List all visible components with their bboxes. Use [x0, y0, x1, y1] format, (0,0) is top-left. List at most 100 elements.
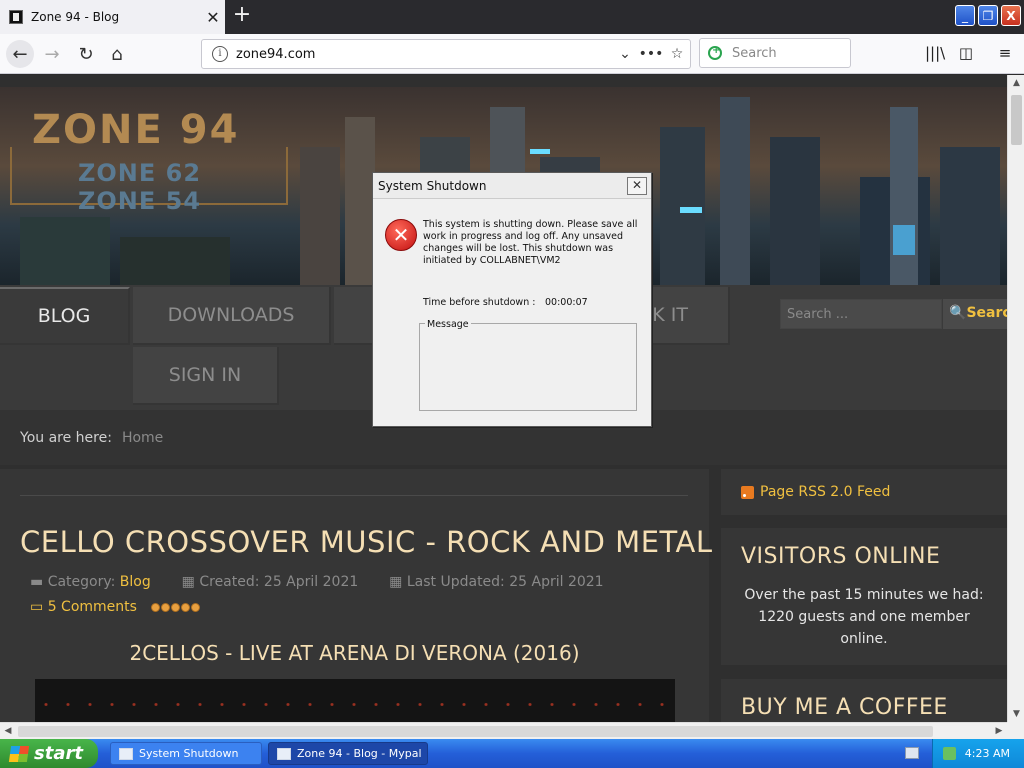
start-label: start: [34, 743, 83, 764]
rating-star-icon: [180, 602, 190, 612]
rss-icon: [741, 485, 754, 499]
article-subtitle: 2CELLOS - LIVE AT ARENA DI VERONA (2016): [129, 641, 580, 665]
skyline-building: [770, 137, 820, 285]
nav-item-sign-in[interactable]: SIGN IN: [133, 347, 279, 405]
skyline-building: [120, 237, 230, 285]
taskbar-item-system-shutdown[interactable]: System Shutdown: [110, 742, 262, 765]
visitors-title: VISITORS ONLINE: [741, 544, 941, 569]
rating-star-icon: [190, 602, 200, 612]
site-search-input[interactable]: Search ...: [780, 299, 942, 329]
logo-subtitle: ZONE 54: [78, 187, 202, 215]
comment-icon: ▭: [30, 599, 48, 615]
skyline-building: [345, 117, 375, 285]
browser-icon: [277, 747, 291, 760]
home-button[interactable]: ⌂: [103, 40, 131, 68]
network-icon[interactable]: [943, 747, 956, 760]
tab-zone94-blog[interactable]: Zone 94 - Blog ✕: [0, 0, 225, 34]
scroll-up-icon[interactable]: ▲: [1008, 75, 1024, 91]
visitors-online-module: VISITORS ONLINE Over the past 15 minutes…: [721, 528, 1007, 665]
rating-star-icon: [150, 602, 160, 612]
folder-icon: ▬: [30, 574, 44, 590]
tab-bar: Zone 94 - Blog ✕ + _ ❐ X: [0, 0, 1024, 34]
address-bar[interactable]: i zone94.com ⌄ ••• ☆: [201, 39, 691, 69]
minimize-window-button[interactable]: _: [955, 5, 975, 26]
taskbar-item-label: Zone 94 - Blog - Mypal: [297, 747, 422, 760]
article: CELLO CROSSOVER MUSIC - ROCK AND METAL ▬…: [0, 469, 712, 722]
buy-me-coffee-module: BUY ME A COFFEE: [721, 679, 1007, 722]
scroll-right-icon[interactable]: ▶: [991, 723, 1007, 740]
scroll-thumb[interactable]: [1011, 95, 1022, 145]
neon-sign: [530, 149, 550, 154]
calendar-icon: ▦: [181, 574, 195, 590]
scrollbar-corner: [1007, 722, 1024, 739]
neon-sign: [680, 207, 702, 213]
search-placeholder: Search: [732, 45, 777, 61]
rss-feed-link[interactable]: Page RSS 2.0 Feed: [721, 469, 1007, 515]
vertical-scrollbar[interactable]: ▲ ▼: [1007, 75, 1024, 722]
search-engine-icon: [708, 45, 722, 60]
video-embed[interactable]: [35, 679, 675, 722]
keyboard-icon[interactable]: [905, 747, 919, 759]
skyline-building: [20, 217, 110, 285]
category-label: Category:: [47, 574, 116, 590]
dialog-close-button[interactable]: ✕: [627, 177, 647, 195]
sidebar-toggle-icon[interactable]: ◫: [956, 44, 976, 64]
forward-button[interactable]: →: [38, 40, 66, 68]
system-tray: 4:23 AM: [932, 739, 1024, 768]
skyline-building: [940, 147, 1000, 285]
url-text[interactable]: zone94.com: [236, 47, 612, 62]
skyline-building: [300, 147, 340, 285]
coffee-title: BUY ME A COFFEE: [741, 695, 948, 720]
updated-date: Last Updated: 25 April 2021: [406, 574, 604, 590]
restore-window-button[interactable]: ❐: [978, 5, 998, 26]
breadcrumb-label: You are here:: [20, 429, 112, 446]
dialog-title[interactable]: System Shutdown: [373, 173, 651, 199]
scroll-thumb[interactable]: [18, 726, 933, 737]
browser-search-input[interactable]: Search: [699, 38, 851, 68]
library-icon[interactable]: |||\: [925, 44, 945, 64]
skyline-building: [890, 107, 918, 285]
category-link[interactable]: Blog: [120, 574, 151, 590]
back-button[interactable]: ←: [6, 40, 34, 68]
tab-title: Zone 94 - Blog: [31, 10, 120, 24]
calendar-icon: ▦: [389, 574, 403, 590]
start-button[interactable]: start: [0, 739, 98, 768]
menu-hamburger-icon[interactable]: ≡: [995, 44, 1015, 64]
rating-stars[interactable]: [150, 602, 201, 612]
message-group-label: Message: [425, 319, 471, 330]
windows-logo-icon: [8, 745, 30, 762]
scroll-left-icon[interactable]: ◀: [0, 723, 16, 740]
system-shutdown-dialog: System Shutdown ✕ ✕ This system is shutt…: [372, 172, 652, 427]
close-window-button[interactable]: X: [1001, 5, 1021, 26]
rating-star-icon: [160, 602, 170, 612]
error-icon: ✕: [385, 219, 417, 251]
new-tab-button[interactable]: +: [231, 4, 253, 28]
taskbar: start System Shutdown Zone 94 - Blog - M…: [0, 739, 1024, 768]
close-tab-icon[interactable]: ✕: [201, 8, 225, 27]
dropdown-chevron-icon[interactable]: ⌄: [612, 46, 638, 62]
site-info-icon[interactable]: i: [212, 46, 228, 62]
browser-toolbar: ← → ↻ ⌂ i zone94.com ⌄ ••• ☆ Search |||\…: [0, 34, 1024, 74]
bookmark-star-icon[interactable]: ☆: [664, 46, 690, 62]
divider: [20, 495, 688, 496]
taskbar-item-mypal[interactable]: Zone 94 - Blog - Mypal: [268, 742, 428, 765]
clock[interactable]: 4:23 AM: [965, 747, 1010, 760]
site-favicon-icon: [9, 10, 23, 24]
nav-item-blog[interactable]: BLOG: [0, 287, 130, 345]
scroll-down-icon[interactable]: ▼: [1008, 706, 1024, 722]
breadcrumb-home[interactable]: Home: [122, 430, 163, 446]
created-date: Created: 25 April 2021: [199, 574, 359, 590]
nav-item-downloads[interactable]: DOWNLOADS: [133, 287, 331, 345]
horizontal-scrollbar[interactable]: ◀ ▶: [0, 722, 1007, 739]
dialog-message: This system is shutting down. Please sav…: [423, 219, 638, 266]
site-logo[interactable]: ZONE 94 ZONE 62 ZONE 54: [10, 107, 300, 227]
taskbar-item-label: System Shutdown: [139, 747, 239, 760]
visitors-text: Over the past 15 minutes we had: 1220 gu…: [744, 587, 984, 647]
article-meta-comments: ▭ 5 Comments: [30, 599, 201, 615]
neon-sign: [893, 225, 915, 255]
site-search-button[interactable]: 🔍Search: [943, 299, 1007, 329]
page-actions-icon[interactable]: •••: [638, 46, 664, 62]
reload-button[interactable]: ↻: [72, 40, 100, 68]
comments-link[interactable]: 5 Comments: [48, 599, 137, 615]
article-title[interactable]: CELLO CROSSOVER MUSIC - ROCK AND METAL: [20, 525, 713, 559]
